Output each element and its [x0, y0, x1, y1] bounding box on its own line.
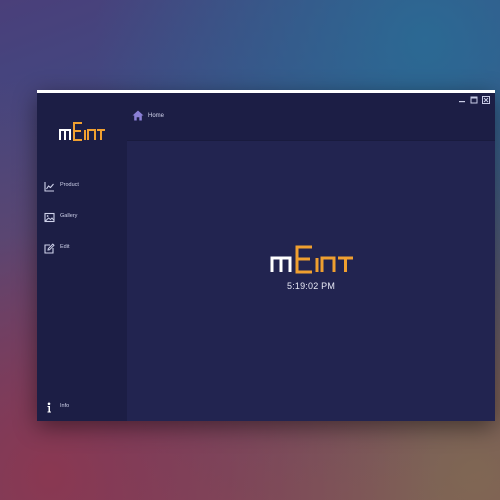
maximize-icon[interactable]	[470, 96, 478, 104]
minimize-icon[interactable]	[458, 96, 466, 104]
info-icon	[47, 402, 51, 412]
sidebar-item-edit[interactable]: Edit	[44, 241, 69, 255]
breadcrumb[interactable]: Home	[132, 110, 164, 121]
sidebar-item-label: Gallery	[60, 213, 78, 220]
sidebar-item-label: Info	[60, 403, 70, 410]
chart-line-icon	[44, 181, 54, 192]
sidebar: Product Gallery Edit Info	[37, 93, 127, 421]
app-logo	[59, 122, 105, 141]
sidebar-item-product[interactable]: Product	[44, 179, 79, 193]
sidebar-item-label: Edit	[60, 244, 70, 251]
app-window: Product Gallery Edit Info Home 5:19:02 P…	[37, 90, 495, 421]
image-icon	[44, 212, 55, 222]
main-content: 5:19:02 PM	[127, 141, 495, 421]
center-logo	[270, 245, 353, 274]
topbar: Home	[127, 93, 495, 141]
close-icon[interactable]	[482, 96, 490, 104]
sidebar-item-info[interactable]: Info	[44, 400, 69, 414]
sidebar-item-gallery[interactable]: Gallery	[44, 210, 77, 224]
clock-display: 5:19:02 PM	[286, 281, 336, 291]
window-controls	[458, 96, 490, 104]
breadcrumb-label: Home	[148, 112, 165, 119]
edit-icon	[44, 242, 55, 254]
home-icon	[132, 110, 144, 121]
sidebar-item-label: Product	[60, 182, 79, 189]
